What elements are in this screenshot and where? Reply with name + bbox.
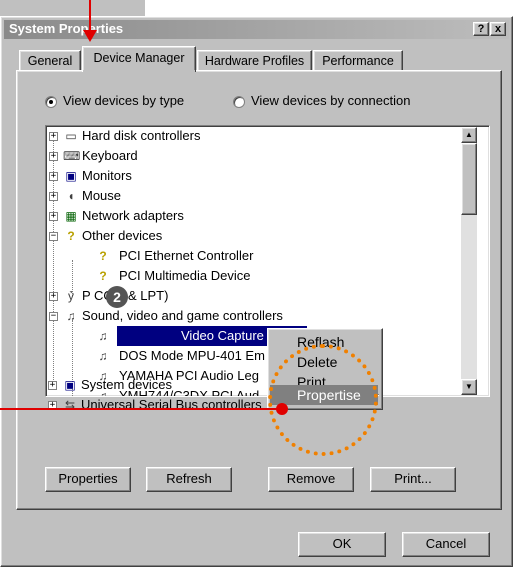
view-by-type-radio[interactable]	[45, 96, 57, 108]
scroll-up-button[interactable]: ▲	[461, 127, 477, 143]
annotation-arrow-head	[83, 30, 97, 42]
title-bar[interactable]: System Properties ? x	[4, 20, 509, 39]
annotation-pointer-line	[0, 408, 280, 410]
remove-button[interactable]: Remove	[268, 467, 354, 492]
monitor-icon: ▣	[65, 169, 77, 183]
scroll-thumb[interactable]	[461, 143, 477, 215]
expand-icon[interactable]: +	[49, 192, 58, 201]
collapse-icon[interactable]: −	[49, 232, 58, 241]
view-by-connection-radio[interactable]	[233, 96, 245, 108]
port-icon: ỷ	[68, 289, 74, 303]
tree-item-label: Sound, video and game controllers	[82, 308, 283, 323]
active-tab-join	[83, 70, 195, 72]
expand-icon[interactable]: +	[49, 212, 58, 221]
tab-general[interactable]: General	[19, 50, 81, 72]
refresh-button[interactable]: Refresh	[146, 467, 232, 492]
tree-item-label: System devices	[81, 377, 173, 392]
question-icon: ?	[99, 249, 107, 263]
tab-hardware-profiles[interactable]: Hardware Profiles	[197, 50, 312, 72]
annotation-pointer-dot	[276, 403, 288, 415]
background-window	[0, 0, 145, 17]
step-badge: 2	[106, 286, 128, 308]
tree-item-label: Monitors	[82, 168, 132, 183]
annotation-dotted-circle	[268, 344, 378, 456]
window-title: System Properties	[9, 21, 124, 36]
tree-item-label: DOS Mode MPU-401 Em	[119, 348, 265, 363]
tree-item-label: Mouse	[82, 188, 122, 203]
cancel-button[interactable]: Cancel	[402, 532, 490, 557]
annotation-arrow-line	[89, 0, 91, 34]
sound-card-icon: ♫	[66, 309, 76, 323]
tree-item-label: PCI Multimedia Device	[119, 268, 251, 283]
question-icon: ?	[67, 229, 75, 243]
tab-device-manager[interactable]: Device Manager	[82, 46, 196, 72]
tree-item-label: Network adapters	[82, 208, 184, 223]
question-icon: ?	[99, 269, 107, 283]
keyboard-icon: ⌨	[63, 149, 81, 163]
network-adapter-icon: ▦	[65, 209, 77, 223]
tree-item-label: Hard disk controllers	[82, 128, 201, 143]
view-by-connection-label[interactable]: View devices by connection	[251, 93, 410, 108]
tree-item-label: PCI Ethernet Controller	[119, 248, 254, 263]
ok-button[interactable]: OK	[298, 532, 386, 557]
vertical-scrollbar[interactable]: ▲ ▼	[461, 127, 477, 395]
tab-performance[interactable]: Performance	[313, 50, 403, 72]
tree-item-label: Keyboard	[82, 148, 138, 163]
print-button[interactable]: Print...	[370, 467, 456, 492]
expand-icon[interactable]: +	[49, 132, 58, 141]
view-by-type-label[interactable]: View devices by type	[63, 93, 184, 108]
system-device-icon: ▣	[64, 378, 76, 392]
close-button[interactable]: x	[490, 22, 506, 36]
sound-card-icon: ♫	[98, 329, 108, 343]
expand-icon[interactable]: +	[49, 172, 58, 181]
mouse-icon: ◖	[67, 189, 75, 203]
properties-button[interactable]: Properties	[45, 467, 131, 492]
scroll-down-button[interactable]: ▼	[461, 379, 477, 395]
help-button[interactable]: ?	[473, 22, 489, 36]
expand-icon[interactable]: +	[48, 381, 57, 390]
tree-item-label: Other devices	[82, 228, 163, 243]
collapse-icon[interactable]: −	[49, 312, 58, 321]
expand-icon[interactable]: +	[49, 152, 58, 161]
disk-controller-icon: ▭	[65, 129, 77, 143]
expand-icon[interactable]: +	[49, 292, 58, 301]
tree-item-label: Universal Serial Bus controllers	[81, 397, 262, 412]
sound-card-icon: ♫	[98, 349, 108, 363]
